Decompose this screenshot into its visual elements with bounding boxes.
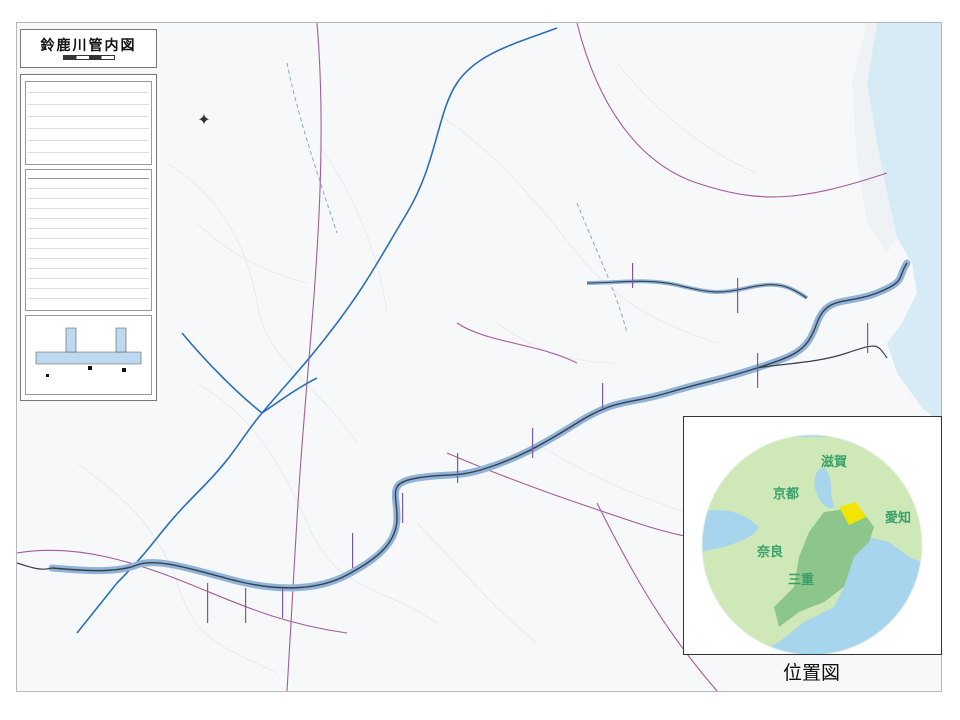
location-inset: 滋賀 京都 愛知 奈良 三重 xyxy=(683,416,942,655)
map-title: 鈴鹿川管内図 xyxy=(40,38,137,54)
discharge-diagram xyxy=(25,315,152,395)
inset-label-aichi: 愛知 xyxy=(885,511,912,526)
inset-caption: 位置図 xyxy=(782,662,840,684)
discharge-diagram-svg xyxy=(35,327,142,377)
boundary-lines xyxy=(286,62,628,334)
legend-table xyxy=(25,169,152,311)
inset-label-nara: 奈良 xyxy=(757,545,784,560)
inset-map-svg xyxy=(701,434,923,654)
inset-label-mie: 三重 xyxy=(788,573,815,588)
terrain-lines xyxy=(76,62,758,674)
scale-bar xyxy=(63,55,115,60)
legend-panel xyxy=(20,74,157,401)
title-block: 鈴鹿川管内図 xyxy=(20,29,157,68)
inset-label-shiga: 滋賀 xyxy=(821,455,848,470)
plan-summary-table xyxy=(25,81,152,165)
compass-rose-icon: ✦ xyxy=(197,110,211,129)
inset-label-kyoto: 京都 xyxy=(773,487,800,502)
